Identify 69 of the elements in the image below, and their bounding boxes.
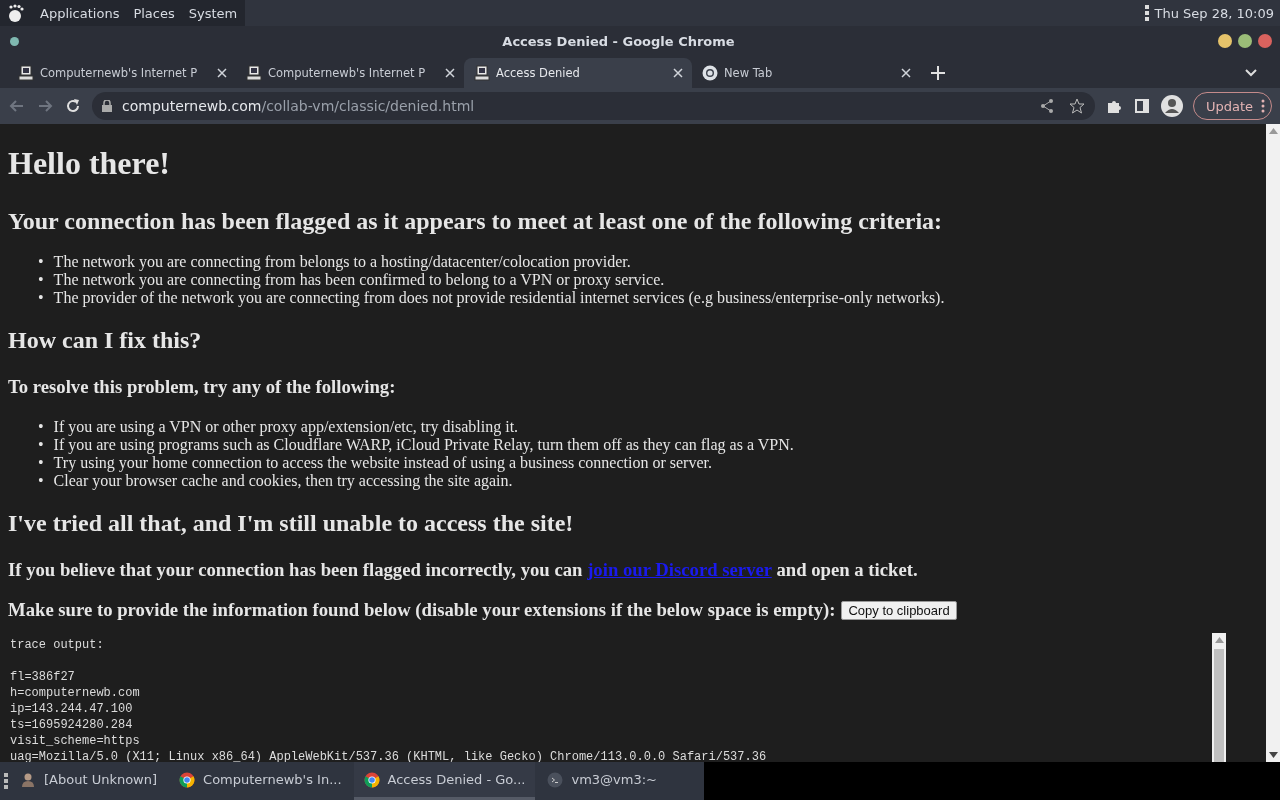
url-text: computernewb.com/collab-vm/classic/denied.html	[122, 98, 475, 114]
new-tab-icon[interactable]	[930, 65, 946, 81]
chrome-icon	[179, 771, 196, 788]
handle-icon[interactable]	[4, 772, 8, 790]
scroll-down-icon[interactable]	[1268, 752, 1278, 758]
clock: Thu Sep 28, 10:09	[1154, 5, 1274, 21]
trace-box[interactable]	[8, 633, 1226, 762]
list-item: If you are using programs such as Cloudflare WARP, iCloud Private Relay, turn them off as they can flag as a VPN.	[53, 436, 794, 454]
bullet: •	[38, 436, 44, 454]
handle-icon[interactable]	[1144, 4, 1149, 22]
copy-button[interactable]: Copy to clipboard	[841, 600, 957, 620]
browser-tab[interactable]: New Tab	[692, 58, 920, 88]
side-panel-icon[interactable]	[1132, 97, 1151, 115]
list-item: The network you are connecting from belongs to a hosting/datacenter/colocation provider.	[53, 253, 631, 271]
taskbar-item[interactable]: Access Denied - Go...	[353, 762, 536, 800]
chrome-icon	[363, 771, 380, 788]
taskbar-item[interactable]: Computernewb's In...	[169, 762, 352, 800]
minimize-button[interactable]	[1218, 34, 1232, 48]
page-title: Hello there!	[8, 145, 171, 182]
bullet: •	[38, 271, 44, 289]
terminal-icon	[547, 771, 564, 788]
section-heading: How can I fix this?	[8, 327, 203, 354]
taskbar-item[interactable]: vm3@vm3:~	[537, 762, 667, 800]
share-icon[interactable]	[1038, 98, 1055, 114]
list-item: The provider of the network you are connecting from does not provide residential internet services (e.g business/enterprise-only networks).	[53, 289, 945, 307]
list-item: Clear your browser cache and cookies, then try accessing the site again.	[53, 472, 513, 490]
list-item: Try using your home connection to access the website instead of using a business connection or server.	[53, 454, 712, 472]
trace-output: trace output: fl=386f27 h=computernewb.com ip=143.244.47.100 ts=1695924280.284 visit_scheme=https uag=Mozilla/5.0 (X11; Linux x86_64) AppleWebKit/537.36 (KHTML, like Gecko) Chrome/113.0.0.0 Safari/537.36	[9, 637, 768, 762]
scrollbar[interactable]	[1266, 124, 1280, 762]
panel-menu[interactable]: System	[188, 5, 238, 21]
chrome-icon	[702, 65, 718, 81]
info-text: Make sure to provide the information found below (disable your extensions if the below space is empty):	[8, 599, 836, 621]
maximize-button[interactable]	[1238, 34, 1252, 48]
reload-icon[interactable]	[64, 97, 82, 115]
pin-dot[interactable]	[10, 36, 19, 46]
panel-menu[interactable]: Applications	[40, 5, 120, 21]
list-item: The network you are connecting from has been confirmed to belong to a VPN or proxy service.	[53, 271, 665, 289]
star-icon[interactable]	[1068, 98, 1085, 114]
close-icon[interactable]	[444, 67, 456, 79]
scrollbar[interactable]	[1212, 633, 1226, 762]
bullet: •	[38, 472, 44, 490]
section-heading: Your connection has been flagged as it appears to meet at least one of the following criteria:	[8, 208, 944, 235]
lock-icon	[102, 100, 112, 112]
bullet: •	[38, 418, 44, 436]
browser-tab[interactable]: Computernewb's Internet P	[8, 58, 236, 88]
browser-tab[interactable]: Computernewb's Internet P	[236, 58, 464, 88]
taskbar-item[interactable]: [About Unknown]	[10, 762, 168, 800]
computer-icon	[474, 65, 490, 81]
user-icon	[20, 771, 36, 788]
close-button[interactable]	[1258, 34, 1272, 48]
foot-icon[interactable]	[6, 3, 26, 23]
subheading: To resolve this problem, try any of the following:	[8, 376, 397, 398]
close-icon[interactable]	[900, 67, 912, 79]
panel-menu[interactable]: Places	[133, 5, 175, 21]
ticket-paragraph: If you believe that your connection has been flagged incorrectly, you can join our Discord server and open a ticket.	[8, 559, 919, 581]
bullet: •	[38, 454, 44, 472]
window-title: Access Denied - Google Chrome	[501, 33, 736, 49]
close-icon[interactable]	[672, 67, 684, 79]
computer-icon	[18, 65, 34, 81]
close-icon[interactable]	[216, 67, 228, 79]
computer-icon	[246, 65, 262, 81]
bullet: •	[38, 289, 44, 307]
more-icon	[1261, 99, 1265, 113]
address-bar[interactable]: computernewb.com/collab-vm/classic/denied.html	[92, 92, 1095, 120]
list-item: If you are using a VPN or other proxy app/extension/etc, try disabling it.	[53, 418, 519, 436]
section-heading: I've tried all that, and I'm still unable to access the site!	[8, 510, 575, 537]
bullet: •	[38, 253, 44, 271]
browser-tab[interactable]: Access Denied	[464, 58, 692, 88]
avatar-icon[interactable]	[1160, 95, 1183, 117]
